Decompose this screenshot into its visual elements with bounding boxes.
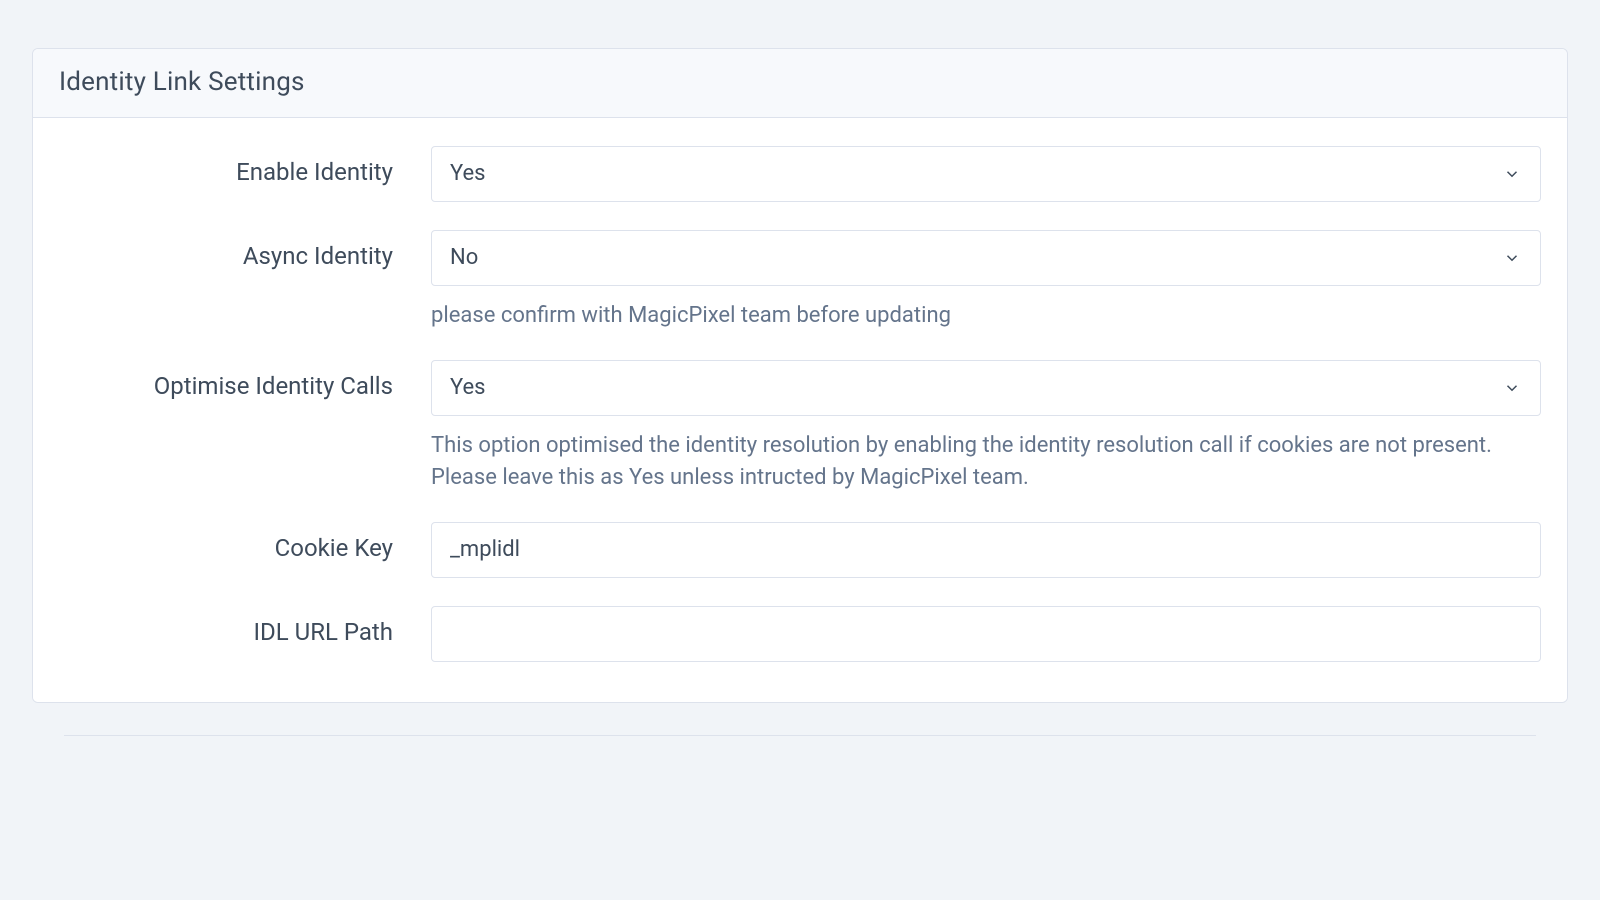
row-enable-identity: Enable Identity Yes [59, 146, 1541, 202]
label-async-identity: Async Identity [243, 242, 393, 270]
identity-link-settings-card: Identity Link Settings Enable Identity Y… [32, 48, 1568, 703]
label-enable-identity: Enable Identity [236, 158, 393, 186]
card-header: Identity Link Settings [33, 49, 1567, 118]
label-optimise-identity-calls: Optimise Identity Calls [154, 372, 393, 400]
label-cookie-key: Cookie Key [275, 534, 393, 562]
select-enable-identity[interactable]: Yes [431, 146, 1541, 202]
row-idl-url-path: IDL URL Path [59, 606, 1541, 662]
help-async-identity: please confirm with MagicPixel team befo… [431, 300, 1541, 332]
row-cookie-key: Cookie Key [59, 522, 1541, 578]
divider [64, 735, 1536, 736]
label-idl-url-path: IDL URL Path [253, 618, 393, 646]
help-optimise-identity-calls: This option optimised the identity resol… [431, 430, 1541, 494]
input-cookie-key[interactable] [431, 522, 1541, 578]
row-optimise-identity-calls: Optimise Identity Calls Yes This option … [59, 360, 1541, 494]
card-body: Enable Identity Yes Async Identity [33, 118, 1567, 702]
row-async-identity: Async Identity No please confirm with Ma… [59, 230, 1541, 332]
input-idl-url-path[interactable] [431, 606, 1541, 662]
card-title: Identity Link Settings [59, 67, 1541, 97]
select-optimise-identity-calls[interactable]: Yes [431, 360, 1541, 416]
select-async-identity[interactable]: No [431, 230, 1541, 286]
